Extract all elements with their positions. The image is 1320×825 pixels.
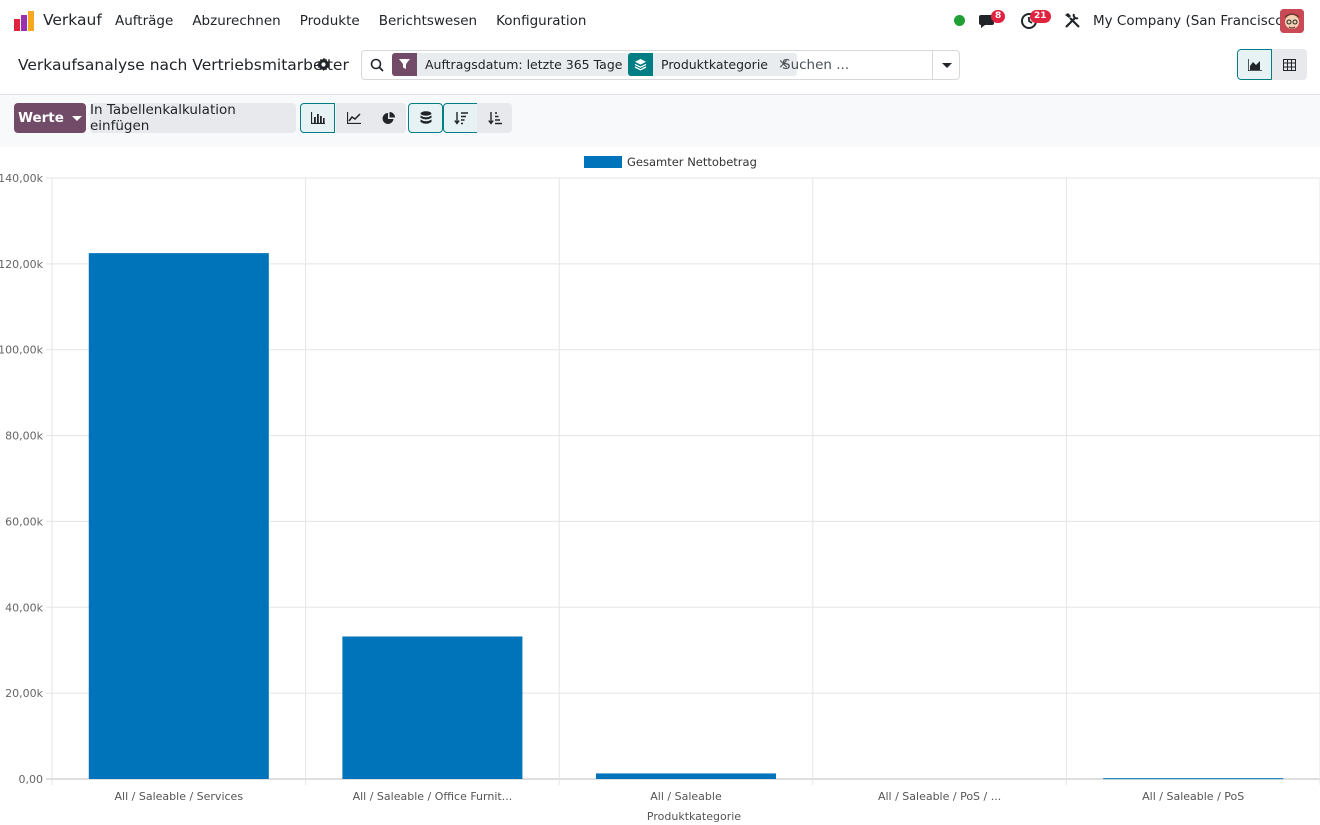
menu-item-configuration[interactable]: Konfiguration [496,13,586,29]
sort-descending-icon [453,112,468,125]
layers-icon [628,53,653,76]
sort-ascending-icon [487,112,502,125]
pivot-view-button[interactable] [1272,49,1307,80]
measures-button[interactable]: Werte [14,103,86,133]
sort-ascending-button[interactable] [477,103,512,133]
groupby-facet[interactable]: Produktkategorie × [628,53,797,76]
app-name[interactable]: Verkauf [43,11,102,29]
search-icon [370,58,384,72]
insert-in-spreadsheet-button[interactable]: In Tabellenkalkulation einfügen [90,102,296,134]
view-switcher [1237,49,1307,80]
line-chart-button[interactable] [336,103,371,133]
chart-bar[interactable] [1103,778,1284,780]
filter-facet-label: Auftragsdatum: letzte 365 Tage [425,57,623,72]
chart-bar[interactable] [595,773,777,779]
pie-chart-button[interactable] [371,103,406,133]
measures-label: Werte [18,110,64,126]
menu-item-reporting[interactable]: Berichtswesen [379,13,477,29]
x-tick-label: All / Saleable / PoS [1142,790,1244,803]
menu-item-to-invoice[interactable]: Abzurechnen [192,13,280,29]
stacked-button[interactable] [408,103,443,133]
y-tick-label: 120,00k [0,258,44,271]
debug-tools-icon[interactable] [1064,12,1081,29]
sort-descending-button[interactable] [443,103,478,133]
avatar-face-icon [1280,9,1304,33]
database-stack-icon [420,111,431,124]
filter-facet[interactable]: Auftragsdatum: letzte 365 Tage × [392,53,652,76]
gear-icon[interactable] [317,58,330,71]
main-menu: Aufträge Abzurechnen Produkte Berichtswe… [115,13,605,29]
sales-bar-chart: 0,00 20,00k 40,00k 60,00k 80,00k 100,00k 120,0… [0,155,1320,823]
chevron-down-icon [941,62,952,68]
bar-chart-button[interactable] [300,103,335,133]
x-axis-label: Produktkategorie [647,810,741,823]
area-chart-icon [1247,58,1262,71]
sales-app-icon[interactable] [13,10,35,32]
groupby-facet-label: Produktkategorie [661,57,768,72]
x-tick-label: All / Saleable / Services [115,790,244,803]
chart-bar[interactable] [342,636,523,779]
y-tick-label: 40,00k [5,601,43,614]
x-tick-label: All / Saleable / Office Furnit... [353,790,513,803]
x-tick-label: All / Saleable / PoS / ... [878,790,1001,803]
legend-label[interactable]: Gesamter Nettobetrag [627,155,757,169]
messages-badge: 8 [991,10,1006,23]
filter-icon [392,53,417,76]
y-tick-label: 20,00k [5,687,43,700]
menu-item-products[interactable]: Produkte [300,13,360,29]
company-switcher[interactable]: My Company (San Francisco) [1093,13,1289,29]
line-chart-icon [346,112,361,124]
top-navbar: Verkauf Aufträge Abzurechnen Produkte Be… [0,0,1320,42]
menu-item-orders[interactable]: Aufträge [115,13,173,29]
y-tick-label: 0,00 [19,773,44,786]
y-tick-label: 140,00k [0,172,44,185]
chevron-down-icon [71,115,82,121]
user-avatar[interactable] [1280,9,1304,33]
pie-chart-icon [382,111,395,124]
legend-swatch [584,156,622,168]
search-options-toggle[interactable] [932,50,960,80]
y-tick-label: 60,00k [5,515,43,528]
table-icon [1283,58,1296,71]
search-input[interactable] [782,55,922,75]
y-tick-label: 100,00k [0,344,44,357]
y-tick-label: 80,00k [5,430,43,443]
presence-status-icon [954,15,965,26]
graph-view-button[interactable] [1237,49,1272,80]
x-tick-label: All / Saleable [650,790,722,803]
page-title: Verkaufsanalyse nach Vertriebsmitarbeite… [18,56,349,74]
chart-bar[interactable] [88,253,269,779]
bar-chart-icon [310,112,325,124]
activities-badge: 21 [1030,10,1051,23]
